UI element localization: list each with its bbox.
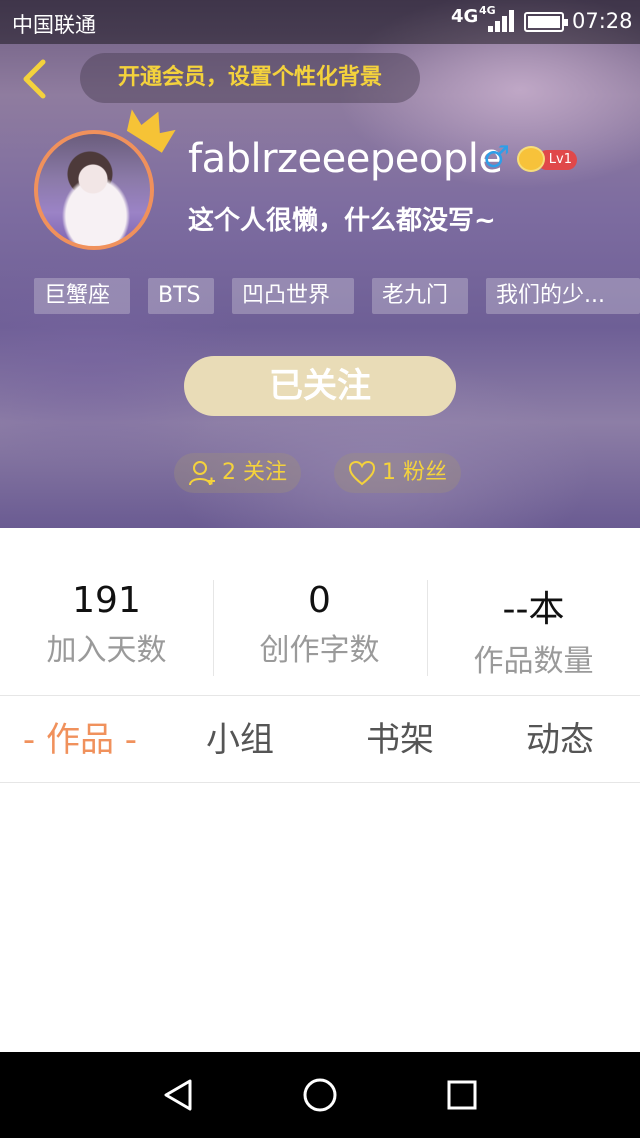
clock: 07:28 (572, 9, 633, 33)
system-nav-bar (0, 1052, 640, 1138)
tag-item[interactable]: 我们的少... (486, 278, 640, 314)
stat-word-count: 0 创作字数 (213, 580, 426, 669)
vip-banner[interactable]: 开通会员，设置个性化背景 (80, 53, 420, 103)
stat-join-days: 191 加入天数 (0, 580, 213, 669)
crown-icon (126, 109, 176, 153)
tab-bookshelf[interactable]: 书架 (320, 697, 480, 783)
tag-item[interactable]: 凹凸世界 (232, 278, 354, 314)
stat-label: 创作字数 (259, 633, 380, 668)
tag-list: 巨蟹座 BTS 凹凸世界 老九门 我们的少... (34, 278, 640, 314)
profile-tabs: - 作品 - 小组 书架 动态 (0, 697, 640, 783)
status-bar: 中国联通 4G 4G 07:28 (0, 0, 640, 44)
male-icon: ♂ (483, 140, 510, 175)
tag-item[interactable]: 巨蟹座 (34, 278, 130, 314)
username: fablrzeeepeople (188, 136, 503, 182)
circle-home-icon[interactable] (298, 1073, 342, 1117)
tab-content (0, 784, 640, 1052)
battery-icon (524, 12, 568, 32)
fans-label: 1 粉丝 (382, 460, 447, 485)
stat-value: --本 (502, 589, 565, 630)
network-type: 4G (451, 6, 479, 27)
following-count[interactable]: 2 关注 (174, 453, 301, 493)
vip-crown-icon (517, 146, 545, 172)
stats-panel: 191 加入天数 0 创作字数 --本 作品数量 (0, 528, 640, 696)
profile-header: 中国联通 4G 4G 07:28 开通会员，设置个性化背景 fablrzeeep… (0, 0, 640, 528)
stat-value: 0 (308, 580, 331, 621)
back-button[interactable] (12, 56, 56, 102)
profile-bio: 这个人很懒，什么都没写~ (188, 206, 496, 236)
tag-item[interactable]: BTS (148, 278, 214, 314)
heart-icon (348, 460, 376, 486)
user-plus-icon (189, 461, 215, 486)
stat-value: 191 (72, 580, 141, 621)
fans-count[interactable]: 1 粉丝 (334, 453, 461, 493)
following-label: 2 关注 (222, 460, 287, 485)
signal-icon (488, 10, 516, 32)
carrier-name: 中国联通 (12, 13, 96, 37)
square-recents-icon[interactable] (440, 1073, 484, 1117)
tag-item[interactable]: 老九门 (372, 278, 468, 314)
tab-works[interactable]: - 作品 - (0, 697, 160, 783)
follow-button[interactable]: 已关注 (184, 356, 456, 416)
triangle-back-icon[interactable] (156, 1073, 200, 1117)
level-badge: Lv1 (517, 146, 579, 172)
chevron-left-icon (23, 59, 46, 99)
tab-activity[interactable]: 动态 (480, 697, 640, 783)
stat-label: 作品数量 (473, 644, 594, 679)
stat-label: 加入天数 (46, 633, 167, 668)
tab-groups[interactable]: 小组 (160, 697, 320, 783)
stat-works-count: --本 作品数量 (427, 580, 640, 680)
